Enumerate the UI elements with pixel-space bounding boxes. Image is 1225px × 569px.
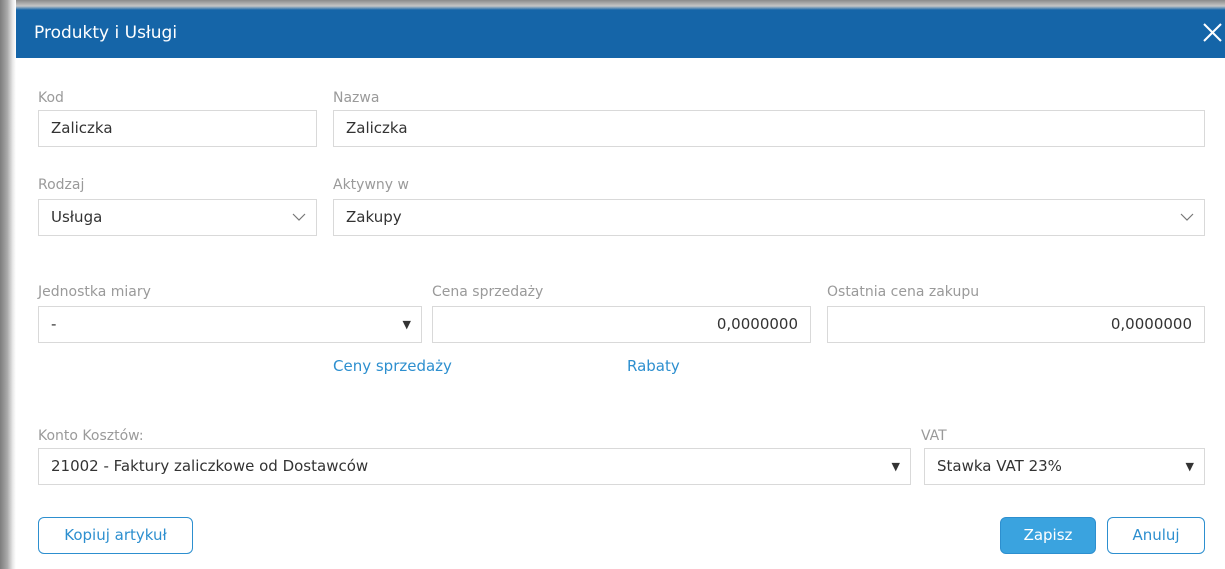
backdrop-shadow-top bbox=[0, 0, 1225, 10]
chevron-down-icon bbox=[292, 213, 306, 221]
nazwa-input[interactable]: Zaliczka bbox=[333, 110, 1205, 147]
dialog-title: Produkty i Usługi bbox=[34, 23, 178, 43]
caret-down-icon: ▼ bbox=[891, 460, 900, 473]
ostatnia-cena-input[interactable]: 0,0000000 bbox=[827, 306, 1205, 343]
kod-input[interactable]: Zaliczka bbox=[38, 110, 317, 147]
caret-down-icon: ▼ bbox=[1185, 460, 1194, 473]
cena-sprzedazy-input[interactable]: 0,0000000 bbox=[432, 306, 811, 343]
backdrop-shadow-left bbox=[0, 0, 16, 569]
close-icon[interactable] bbox=[1197, 18, 1225, 48]
cancel-button[interactable]: Anuluj bbox=[1107, 517, 1205, 554]
jednostka-label: Jednostka miary bbox=[38, 284, 151, 300]
konto-label: Konto Kosztów: bbox=[38, 428, 144, 444]
konto-select[interactable]: 21002 - Faktury zaliczkowe od Dostawców … bbox=[38, 448, 911, 485]
aktywny-value: Zakupy bbox=[346, 208, 402, 226]
konto-value: 21002 - Faktury zaliczkowe od Dostawców bbox=[51, 457, 369, 475]
rodzaj-label: Rodzaj bbox=[38, 177, 85, 193]
vat-value: Stawka VAT 23% bbox=[937, 457, 1062, 475]
dialog-titlebar: Produkty i Usługi bbox=[16, 10, 1225, 58]
copy-item-button[interactable]: Kopiuj artykuł bbox=[38, 517, 193, 554]
jednostka-value: - bbox=[51, 315, 57, 333]
cena-sprzedazy-label: Cena sprzedaży bbox=[432, 284, 544, 300]
vat-select[interactable]: Stawka VAT 23% ▼ bbox=[924, 448, 1205, 485]
ceny-sprzedazy-link[interactable]: Ceny sprzedaży bbox=[333, 357, 452, 375]
ostatnia-cena-label: Ostatnia cena zakupu bbox=[827, 284, 980, 300]
vat-label: VAT bbox=[921, 428, 947, 444]
kod-label: Kod bbox=[38, 90, 64, 106]
save-button[interactable]: Zapisz bbox=[1000, 517, 1096, 554]
chevron-down-icon bbox=[1180, 213, 1194, 221]
aktywny-label: Aktywny w bbox=[333, 177, 409, 193]
jednostka-select[interactable]: - ▼ bbox=[38, 306, 422, 343]
rodzaj-value: Usługa bbox=[51, 208, 103, 226]
caret-down-icon: ▼ bbox=[402, 318, 411, 331]
aktywny-select[interactable]: Zakupy bbox=[333, 199, 1205, 236]
product-dialog: Produkty i Usługi Kod Zaliczka Nazwa Zal… bbox=[16, 10, 1225, 569]
nazwa-label: Nazwa bbox=[333, 90, 380, 106]
rodzaj-select[interactable]: Usługa bbox=[38, 199, 317, 236]
rabaty-link[interactable]: Rabaty bbox=[627, 357, 680, 375]
